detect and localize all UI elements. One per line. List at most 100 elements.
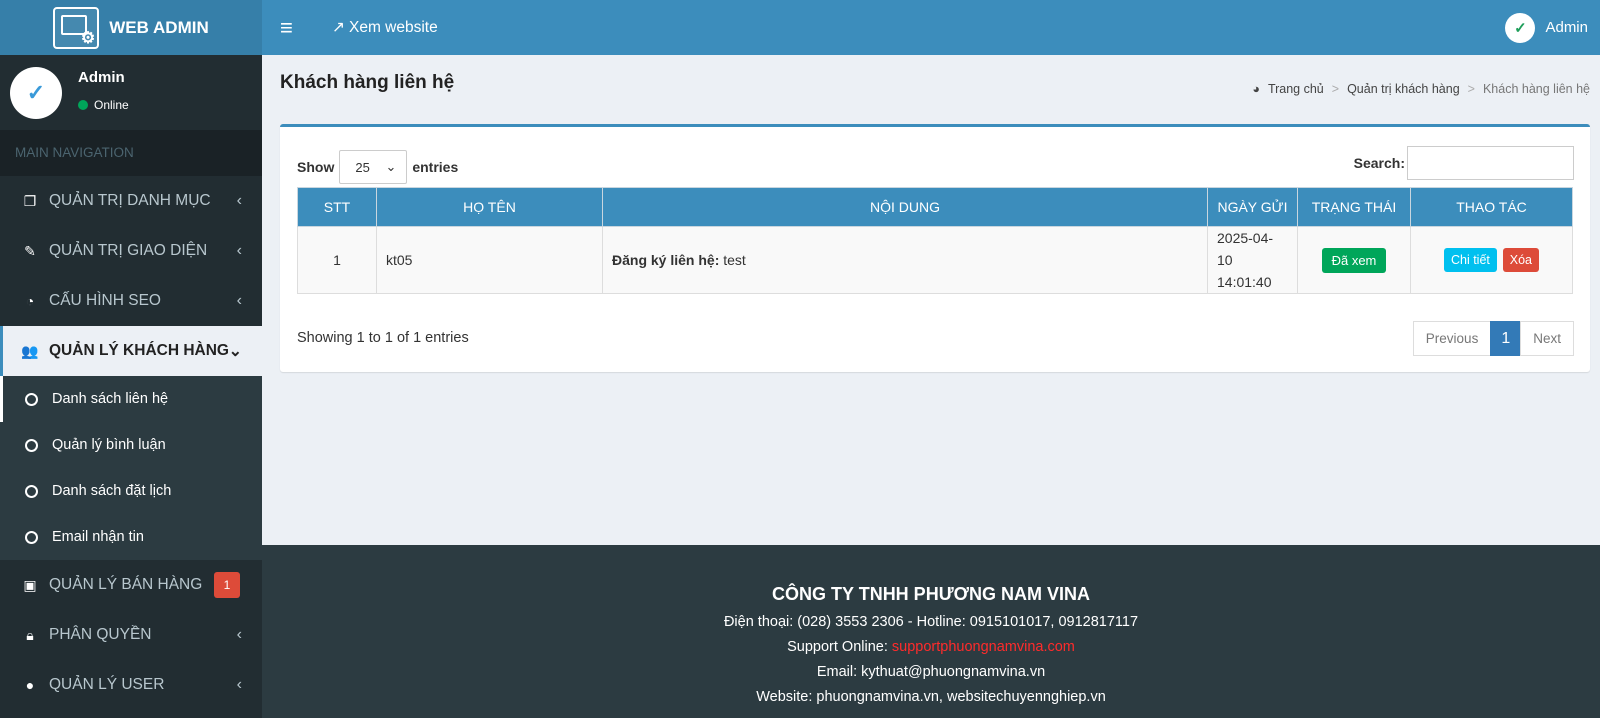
breadcrumb-home[interactable]: Trang chủ — [1268, 82, 1324, 96]
entries-label: entries — [412, 159, 459, 175]
dashboard-icon: ◔ — [25, 293, 35, 309]
sidebar: ✓ Admin Online MAIN NAVIGATION ❐ QUẢN TR… — [0, 55, 262, 718]
sidebar-item-label: QUẢN LÝ USER — [49, 676, 165, 693]
user-icon: ● — [25, 677, 35, 693]
footer-website: Website: phuongnamvina.vn, websitechuyen… — [756, 689, 1106, 705]
cell-status: Đã xem — [1297, 226, 1411, 294]
dashboard-icon: ◕ — [1252, 82, 1260, 96]
footer-support-link[interactable]: supportphuongnamvina.com — [892, 639, 1075, 655]
search-input[interactable] — [1407, 146, 1574, 180]
sub-item-danh-sach-lien-he[interactable]: Danh sách liên hệ — [0, 376, 262, 422]
breadcrumb-customers[interactable]: Quản trị khách hàng — [1347, 82, 1460, 96]
entries-select[interactable]: 25 ⌄ — [339, 150, 408, 184]
sidebar-item-quan-tri-giao-dien[interactable]: ✎ QUẢN TRỊ GIAO DIỆN ‹ — [0, 226, 262, 276]
column-header-stt[interactable]: STT — [297, 187, 377, 227]
sub-item-email-nhan-tin[interactable]: Email nhận tin — [0, 514, 262, 560]
avatar: ✓ — [1505, 12, 1536, 43]
chevron-left-icon: ‹ — [236, 242, 242, 259]
circle-icon — [25, 438, 38, 452]
cell-date: 2025-04-10 14:01:40 — [1207, 226, 1298, 294]
footer-email: Email: kythuat@phuongnamvina.vn — [816, 664, 1046, 680]
cell-stt: 1 — [297, 226, 377, 294]
sub-item-label: Email nhận tin — [52, 529, 144, 545]
sidebar-item-quan-ly-ban-hang[interactable]: ▣ QUẢN LÝ BÁN HÀNG 1 — [0, 560, 262, 610]
user-menu[interactable]: ✓ Admin — [1505, 0, 1588, 55]
sidebar-item-label: QUẢN TRỊ DANH MỤC — [49, 192, 211, 209]
user-status-text: Online — [94, 98, 129, 112]
circle-icon — [25, 530, 38, 544]
column-header-date[interactable]: NGÀY GỬI — [1207, 187, 1298, 227]
view-website-link[interactable]: ↗ Xem website — [332, 18, 438, 37]
footer: CÔNG TY TNHH PHƯƠNG NAM VINA Điện thoại:… — [262, 545, 1600, 718]
contacts-table: STT HỌ TÊN NỘI DUNG NGÀY GỬI TRẠNG THÁI … — [297, 187, 1573, 294]
chevron-left-icon: ‹ — [236, 676, 242, 693]
sub-item-danh-sach-dat-lich[interactable]: Danh sách đặt lịch — [0, 468, 262, 514]
show-label: Show — [297, 159, 335, 175]
admin-logo-icon — [53, 6, 100, 49]
page-title: Khách hàng liên hệ — [280, 72, 455, 93]
chevron-down-icon: ⌄ — [228, 343, 242, 360]
cell-content: Đăng ký liên hệ: test — [602, 226, 1208, 294]
user-avatar: ✓ — [10, 66, 62, 119]
circle-icon — [25, 392, 38, 406]
next-button[interactable]: Next — [1520, 321, 1574, 356]
user-panel-name: Admin — [78, 69, 125, 86]
table-info: Showing 1 to 1 of 1 entries — [297, 330, 469, 346]
chevron-left-icon: ‹ — [236, 626, 242, 643]
detail-button[interactable]: Chi tiết — [1443, 248, 1497, 272]
content-value: test — [723, 252, 746, 268]
user-menu-name: Admin — [1545, 19, 1588, 36]
sidebar-item-cau-hinh-seo[interactable]: ◔ CẤU HÌNH SEO ‹ — [0, 276, 262, 326]
status-badge[interactable]: Đã xem — [1321, 247, 1387, 273]
magic-wand-icon: ✎ — [24, 242, 36, 259]
time-value: 14:01:40 — [1217, 274, 1272, 290]
copy-icon: ❐ — [23, 192, 37, 209]
entries-select-value: 25 — [355, 159, 370, 175]
user-panel: ✓ Admin Online — [0, 55, 262, 130]
chevron-left-icon: ‹ — [236, 192, 242, 209]
main-content: Khách hàng liên hệ ◕ Trang chủ > Quản tr… — [262, 55, 1600, 545]
sidebar-item-label: QUẢN LÝ KHÁCH HÀNG — [49, 342, 229, 359]
sidebar-item-quan-ly-user[interactable]: ● QUẢN LÝ USER ‹ — [0, 660, 262, 710]
sidebar-item-phan-quyen[interactable]: 🔒︎ PHÂN QUYỀN ‹ — [0, 610, 262, 660]
top-navbar: ≡ ↗ Xem website ✓ Admin — [262, 0, 1600, 55]
delete-button[interactable]: Xóa — [1502, 248, 1540, 272]
notification-badge: 1 — [214, 572, 240, 598]
footer-company: CÔNG TY TNHH PHƯƠNG NAM VINA — [772, 584, 1090, 604]
cell-actions: Chi tiết Xóa — [1410, 226, 1573, 294]
logo[interactable]: WEB ADMIN — [0, 0, 262, 55]
content-label: Đăng ký liên hệ: — [612, 252, 720, 268]
previous-button[interactable]: Previous — [1412, 321, 1492, 356]
sidebar-item-quan-ly-khach-hang[interactable]: 👥 QUẢN LÝ KHÁCH HÀNG ⌄ — [0, 326, 262, 376]
sub-menu: Danh sách liên hệ Quản lý bình luận Danh… — [0, 376, 262, 560]
sub-item-label: Quản lý bình luận — [52, 437, 166, 453]
table-row: 1 kt05 Đăng ký liên hệ: test 2025-04-10 … — [297, 226, 1573, 294]
online-dot-icon — [78, 100, 88, 110]
column-header-content[interactable]: NỘI DUNG — [602, 187, 1208, 227]
column-header-name[interactable]: HỌ TÊN — [376, 187, 603, 227]
logo-text: WEB ADMIN — [109, 17, 209, 37]
column-header-actions: THAO TÁC — [1410, 187, 1573, 227]
column-header-status[interactable]: TRẠNG THÁI — [1297, 187, 1411, 227]
footer-phone: Điện thoại: (028) 3553 2306 - Hotline: 0… — [723, 614, 1139, 630]
chevron-left-icon: ‹ — [236, 292, 242, 309]
nav-header: MAIN NAVIGATION — [0, 130, 262, 176]
pagination: Previous 1 Next — [1412, 321, 1574, 356]
cell-name: kt05 — [376, 226, 603, 294]
sidebar-item-quan-tri-danh-muc[interactable]: ❐ QUẢN TRỊ DANH MỤC ‹ — [0, 176, 262, 226]
page-1-button[interactable]: 1 — [1490, 321, 1522, 356]
circle-icon — [25, 484, 38, 498]
breadcrumb-current: Khách hàng liên hệ — [1482, 82, 1590, 96]
footer-support: Support Online: supportphuongnamvina.com — [262, 639, 1600, 655]
search-control: Search: — [1354, 146, 1574, 180]
hamburger-menu-icon[interactable]: ≡ — [280, 15, 310, 41]
breadcrumb-separator: > — [1331, 82, 1340, 96]
search-label: Search: — [1353, 155, 1405, 171]
date-value: 2025-04-10 — [1217, 230, 1274, 268]
sub-item-label: Danh sách liên hệ — [52, 391, 169, 407]
users-icon: 👥 — [21, 342, 39, 359]
external-link-icon: ↗ — [332, 19, 345, 36]
sidebar-item-label: PHÂN QUYỀN — [49, 626, 152, 643]
sub-item-quan-ly-binh-luan[interactable]: Quản lý bình luận — [0, 422, 262, 468]
entries-control: Show 25 ⌄ entries — [297, 150, 458, 184]
